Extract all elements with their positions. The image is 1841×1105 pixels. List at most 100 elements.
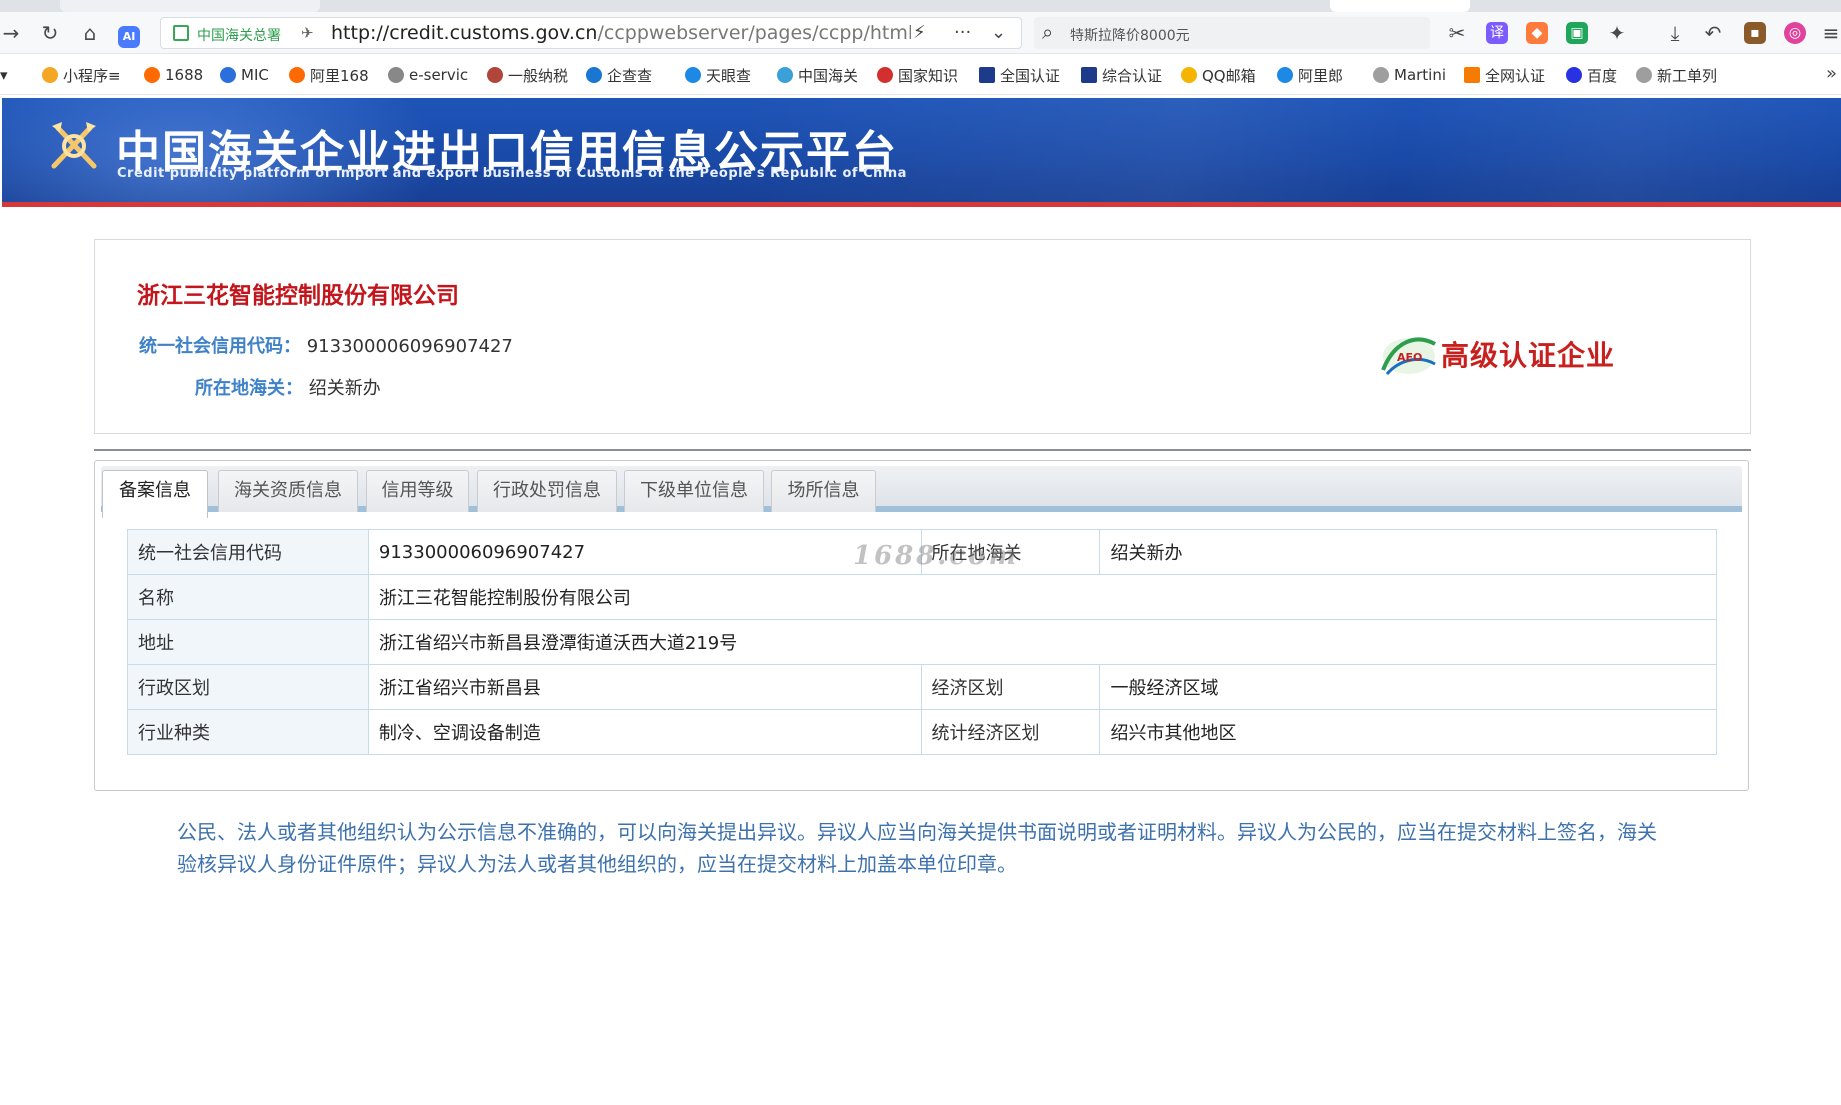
admin-region-label: 行政区划 [127, 664, 369, 710]
bookmark-item[interactable]: 企查查 [586, 65, 652, 85]
scissors-icon[interactable]: ✂ [1444, 20, 1470, 46]
ai-assistant-icon[interactable]: AI [116, 20, 142, 48]
company-summary-card: 浙江三花智能控制股份有限公司 统一社会信用代码： 913300006096907… [94, 239, 1751, 434]
bookmark-folder-icon[interactable]: ▾ [0, 65, 8, 85]
bookmark-item[interactable]: 国家知识 [877, 65, 958, 85]
econ-region-label: 经济区划 [920, 664, 1101, 710]
bookmark-item[interactable]: MIC [220, 65, 269, 85]
profile-icon[interactable]: ◎ [1784, 22, 1806, 44]
site-certificate-icon[interactable] [173, 25, 189, 41]
search-box[interactable]: ⌕ 特斯拉降价8000元 [1034, 17, 1430, 49]
industry-value: 制冷、空调设备制造 [367, 709, 922, 755]
bookmark-icon [1464, 67, 1480, 83]
bookmark-item[interactable]: 综合认证 [1081, 65, 1162, 85]
tab-subordinate-units[interactable]: 下级单位信息 [624, 470, 764, 512]
tab-customs-qualification[interactable]: 海关资质信息 [218, 470, 358, 512]
extensions-icon[interactable]: ✦ [1604, 20, 1630, 46]
bookmark-item[interactable]: 一般纳税 [487, 65, 568, 85]
econ-region-value: 一般经济区域 [1099, 664, 1717, 710]
briefcase-icon[interactable]: ▪ [1744, 22, 1766, 44]
chevron-down-icon[interactable]: ⌄ [991, 22, 1006, 43]
stat-region-value: 绍兴市其他地区 [1099, 709, 1717, 755]
bookmark-item[interactable]: 中国海关 [777, 65, 858, 85]
lightning-icon[interactable]: ⚡ [913, 22, 926, 43]
more-icon[interactable]: ··· [954, 22, 971, 43]
info-tab-panel: 备案信息 海关资质信息 信用等级 行政处罚信息 下级单位信息 场所信息 统一社会… [94, 460, 1749, 791]
industry-label: 行业种类 [127, 709, 369, 755]
credit-code-value: 913300006096907427 [367, 529, 922, 575]
bookmark-item[interactable]: 全网认证 [1464, 65, 1545, 85]
tab-credit-rating[interactable]: 信用等级 [366, 470, 469, 512]
bookmark-icon [1373, 67, 1389, 83]
credit-code-label: 统一社会信用代码 [127, 529, 369, 575]
bookmark-item[interactable]: 新工单列 [1636, 65, 1717, 85]
name-label: 名称 [127, 574, 369, 620]
bookmark-icon [1277, 67, 1293, 83]
credit-code-row: 统一社会信用代码： 913300006096907427 [139, 332, 513, 358]
objection-notice: 公民、法人或者其他组织认为公示信息不准确的，可以向海关提出异议。异议人应当向海关… [177, 820, 1657, 876]
bookmark-item[interactable]: 百度 [1566, 65, 1617, 85]
banner-divider [2, 202, 1841, 207]
bookmark-icon [685, 67, 701, 83]
table-row: 行业种类 制冷、空调设备制造 统计经济区划 绍兴市其他地区 [127, 709, 1717, 755]
search-text: 特斯拉降价8000元 [1070, 28, 1190, 44]
bookmark-icon [777, 67, 793, 83]
undo-icon[interactable]: ↶ [1700, 20, 1726, 46]
aeo-label: 高级认证企业 [1441, 339, 1616, 372]
note-icon[interactable]: ▣ [1566, 22, 1588, 44]
address-value: 浙江省绍兴市新昌县澄潭街道沃西大道219号 [367, 619, 1718, 665]
credit-code-label: 统一社会信用代码： [139, 336, 301, 357]
customs-emblem-icon [51, 122, 97, 169]
browser-tab-active[interactable] [1330, 0, 1470, 12]
bookmark-item[interactable]: 阿里郎 [1277, 65, 1343, 85]
bookmark-item[interactable]: Martini [1373, 65, 1446, 85]
reload-icon[interactable]: ↻ [37, 20, 63, 46]
bookmark-icon [220, 67, 236, 83]
bookmark-item[interactable]: QQ邮箱 [1181, 65, 1256, 85]
bookmark-icon [1081, 67, 1097, 83]
bookmark-icon [42, 67, 58, 83]
customs-value: 绍关新办 [308, 378, 381, 399]
credit-code-value: 913300006096907427 [306, 336, 513, 357]
bookmark-item[interactable]: 阿里168 [289, 65, 369, 85]
tab-administrative-penalty[interactable]: 行政处罚信息 [477, 470, 617, 512]
admin-region-value: 浙江省绍兴市新昌县 [367, 664, 922, 710]
browser-toolbar: → ↻ ⌂ AI 中国海关总署 ✈ http://credit.customs.… [0, 12, 1841, 54]
browser-tab[interactable] [60, 0, 320, 12]
table-row: 行政区划 浙江省绍兴市新昌县 经济区划 一般经济区域 [127, 664, 1717, 710]
bookmarks-overflow-icon[interactable]: » [1826, 63, 1837, 84]
search-icon: ⌕ [1042, 20, 1054, 44]
game-icon[interactable]: ◆ [1526, 22, 1548, 44]
download-icon[interactable]: ⤓ [1662, 20, 1688, 46]
site-subtitle: Credit publicity platform of import and … [117, 166, 907, 181]
bookmark-icon [877, 67, 893, 83]
address-bar[interactable]: 中国海关总署 ✈ http://credit.customs.gov.cn/cc… [160, 17, 1022, 49]
home-icon[interactable]: ⌂ [77, 20, 103, 46]
name-value: 浙江三花智能控制股份有限公司 [367, 574, 1718, 620]
tracking-blocked-icon[interactable]: ✈ [301, 24, 317, 42]
address-label: 地址 [127, 619, 369, 665]
site-name: 中国海关总署 [197, 28, 281, 44]
translate-icon[interactable]: 译 [1486, 22, 1508, 44]
bookmark-item[interactable]: e-servic [388, 65, 468, 85]
bookmark-icon [487, 67, 503, 83]
customs-label: 所在地海关： [195, 378, 303, 399]
aeo-badge: AEO 高级认证企业 [1377, 326, 1614, 382]
bookmark-item[interactable]: 全国认证 [979, 65, 1060, 85]
bookmark-item[interactable]: 天眼查 [685, 65, 751, 85]
menu-icon[interactable]: ≡ [1818, 20, 1841, 46]
bookmark-item[interactable]: 1688 [144, 65, 203, 85]
bookmark-icon [979, 67, 995, 83]
tab-filing-info[interactable]: 备案信息 [102, 470, 208, 518]
back-icon[interactable]: → [0, 20, 24, 46]
bookmark-item[interactable]: 小程序≡ [42, 65, 121, 85]
bookmark-icon [289, 67, 305, 83]
bookmark-icon [1181, 67, 1197, 83]
bookmarks-bar: ▾ 小程序≡ 1688 MIC 阿里168 e-servic 一般纳税 企查查 … [0, 55, 1841, 95]
tab-site-info[interactable]: 场所信息 [771, 470, 876, 512]
bookmark-icon [388, 67, 404, 83]
url-text[interactable]: http://credit.customs.gov.cn/ccppwebserv… [331, 22, 911, 44]
table-row: 名称 浙江三花智能控制股份有限公司 [127, 574, 1718, 620]
aeo-logo-icon: AEO [1381, 337, 1436, 376]
company-name: 浙江三花智能控制股份有限公司 [137, 283, 459, 309]
